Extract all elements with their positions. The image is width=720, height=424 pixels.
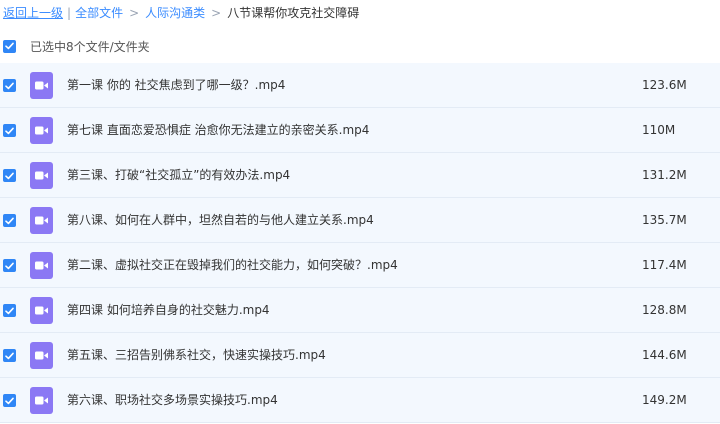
file-row[interactable]: 第八课、如何在人群中，坦然自若的与他人建立关系.mp4 135.7M — [0, 198, 720, 243]
file-name[interactable]: 第五课、三招告别佛系社交，快速实操技巧.mp4 — [67, 333, 326, 378]
back-link[interactable]: 返回上一级 — [3, 6, 63, 20]
selection-bar: 已选中8个文件/文件夹 — [0, 34, 720, 58]
checkmark-icon — [5, 352, 14, 359]
breadcrumb-folder-link[interactable]: 人际沟通类 — [145, 6, 205, 20]
file-name[interactable]: 第四课 如何培养自身的社交魅力.mp4 — [67, 288, 270, 333]
checkmark-icon — [5, 172, 14, 179]
file-list: 第一课 你的 社交焦虑到了哪一级？.mp4 123.6M 第七课 直面恋爱恐惧症… — [0, 63, 720, 423]
file-checkbox[interactable] — [3, 304, 16, 317]
file-size: 135.7M — [642, 213, 687, 227]
file-row[interactable]: 第七课 直面恋爱恐惧症 治愈你无法建立的亲密关系.mp4 110M — [0, 108, 720, 153]
video-file-icon[interactable] — [30, 207, 53, 234]
breadcrumb-current: 八节课帮你攻克社交障碍 — [227, 6, 360, 20]
file-checkbox[interactable] — [3, 394, 16, 407]
file-checkbox[interactable] — [3, 349, 16, 362]
checkmark-icon — [5, 262, 14, 269]
file-checkbox[interactable] — [3, 124, 16, 137]
breadcrumb-root-link[interactable]: 全部文件 — [75, 6, 123, 20]
file-name[interactable]: 第二课、虚拟社交正在毁掉我们的社交能力，如何突破？.mp4 — [67, 243, 398, 288]
file-row[interactable]: 第三课、打破“社交孤立”的有效办法.mp4 131.2M — [0, 153, 720, 198]
video-file-icon[interactable] — [30, 297, 53, 324]
file-row[interactable]: 第六课、职场社交多场景实操技巧.mp4 149.2M — [0, 378, 720, 423]
select-all-checkbox[interactable] — [3, 39, 16, 53]
file-checkbox[interactable] — [3, 79, 16, 92]
file-size: 149.2M — [642, 393, 687, 407]
file-size: 144.6M — [642, 348, 687, 362]
video-file-icon[interactable] — [30, 162, 53, 189]
file-name[interactable]: 第八课、如何在人群中，坦然自若的与他人建立关系.mp4 — [67, 198, 374, 243]
file-checkbox[interactable] — [3, 169, 16, 182]
file-name[interactable]: 第三课、打破“社交孤立”的有效办法.mp4 — [67, 153, 290, 198]
file-size: 128.8M — [642, 303, 687, 317]
checkmark-icon — [5, 42, 14, 50]
file-row[interactable]: 第一课 你的 社交焦虑到了哪一级？.mp4 123.6M — [0, 63, 720, 108]
file-row[interactable]: 第四课 如何培养自身的社交魅力.mp4 128.8M — [0, 288, 720, 333]
checkmark-icon — [5, 397, 14, 404]
breadcrumb-chevron: > — [129, 6, 140, 20]
breadcrumb: 返回上一级 | 全部文件 > 人际沟通类 > 八节课帮你攻克社交障碍 — [3, 0, 359, 26]
file-size: 110M — [642, 123, 676, 137]
video-file-icon[interactable] — [30, 117, 53, 144]
file-name[interactable]: 第一课 你的 社交焦虑到了哪一级？.mp4 — [67, 63, 285, 108]
checkmark-icon — [5, 217, 14, 224]
file-name[interactable]: 第六课、职场社交多场景实操技巧.mp4 — [67, 378, 278, 423]
file-size: 117.4M — [642, 258, 687, 272]
file-row[interactable]: 第二课、虚拟社交正在毁掉我们的社交能力，如何突破？.mp4 117.4M — [0, 243, 720, 288]
file-size: 131.2M — [642, 168, 687, 182]
video-file-icon[interactable] — [30, 342, 53, 369]
video-file-icon[interactable] — [30, 387, 53, 414]
checkmark-icon — [5, 307, 14, 314]
breadcrumb-divider: | — [67, 6, 72, 20]
file-size: 123.6M — [642, 78, 687, 92]
video-file-icon[interactable] — [30, 252, 53, 279]
breadcrumb-chevron: > — [211, 6, 222, 20]
file-checkbox[interactable] — [3, 259, 16, 272]
file-checkbox[interactable] — [3, 214, 16, 227]
selection-count: 已选中8个文件/文件夹 — [30, 39, 150, 54]
file-name[interactable]: 第七课 直面恋爱恐惧症 治愈你无法建立的亲密关系.mp4 — [67, 108, 369, 153]
checkmark-icon — [5, 82, 14, 89]
file-row[interactable]: 第五课、三招告别佛系社交，快速实操技巧.mp4 144.6M — [0, 333, 720, 378]
video-file-icon[interactable] — [30, 72, 53, 99]
checkmark-icon — [5, 127, 14, 134]
